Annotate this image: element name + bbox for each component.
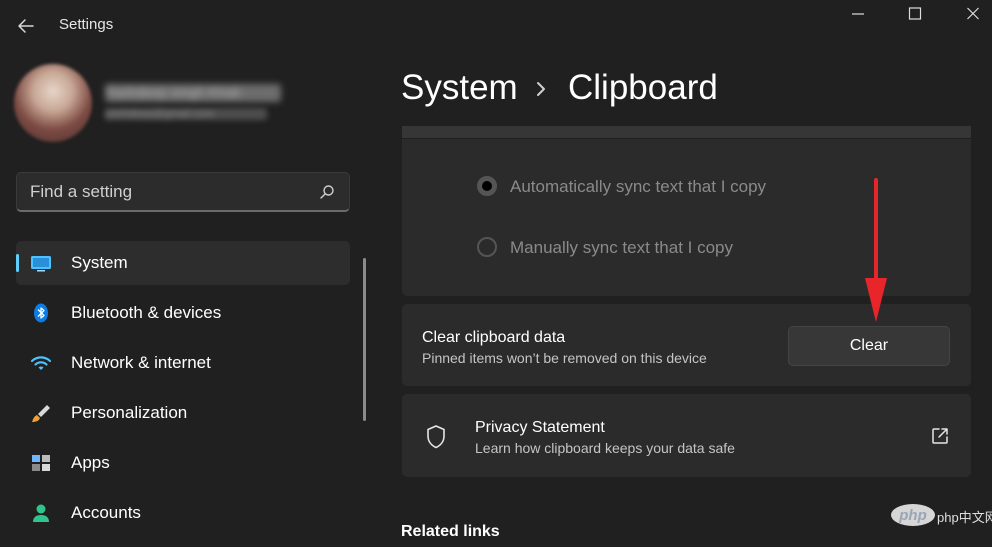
watermark-text: php中文网 (937, 510, 992, 525)
watermark-logo: php php中文网 (889, 502, 992, 528)
minimize-icon (852, 13, 864, 15)
shield-icon (427, 425, 445, 449)
sidebar-item-label: Apps (71, 453, 110, 472)
search-input[interactable] (30, 173, 310, 211)
person-icon (33, 504, 49, 522)
clear-button[interactable]: Clear (788, 326, 950, 366)
related-links-heading: Related links (401, 523, 500, 540)
manual-sync-radio[interactable] (477, 237, 497, 257)
sidebar-item-network[interactable]: Network & internet (16, 341, 350, 385)
search-box[interactable] (16, 172, 350, 212)
sidebar-item-label: Personalization (71, 403, 188, 422)
search-icon[interactable] (319, 184, 335, 200)
divider (402, 138, 971, 139)
breadcrumb-parent[interactable]: System (401, 68, 518, 108)
avatar[interactable] (14, 64, 92, 142)
back-arrow-icon (18, 19, 34, 33)
chevron-right-icon (537, 82, 545, 96)
sidebar-item-label: System (71, 253, 128, 272)
sidebar-item-system[interactable]: System (16, 241, 350, 285)
external-link-icon[interactable] (931, 427, 949, 445)
red-arrow-annotation (865, 178, 887, 322)
page-title: Clipboard (568, 68, 718, 107)
privacy-card-subtitle: Learn how clipboard keeps your data safe (475, 440, 735, 456)
monitor-icon (31, 256, 51, 272)
sidebar-item-label: Network & internet (71, 353, 211, 372)
back-button[interactable] (14, 14, 38, 38)
privacy-card-title[interactable]: Privacy Statement (475, 419, 605, 437)
manual-sync-label[interactable]: Manually sync text that I copy (510, 238, 733, 258)
sidebar-item-bluetooth[interactable]: Bluetooth & devices (16, 291, 350, 335)
apps-icon (32, 455, 50, 471)
user-email: yashdeep@gmail.com (105, 108, 267, 120)
wifi-icon (30, 356, 52, 370)
active-indicator (16, 254, 19, 272)
maximize-icon (908, 7, 922, 20)
close-icon (967, 7, 979, 20)
clear-card-title: Clear clipboard data (422, 329, 566, 346)
close-button[interactable] (957, 4, 989, 26)
sidebar-scrollbar[interactable] (363, 258, 366, 421)
sidebar-item-personalization[interactable]: Personalization (16, 391, 350, 435)
auto-sync-label[interactable]: Automatically sync text that I copy (510, 177, 766, 197)
sidebar-item-label: Bluetooth & devices (71, 303, 222, 322)
maximize-button[interactable] (899, 4, 931, 26)
clear-card-subtitle: Pinned items won’t be removed on this de… (422, 350, 707, 366)
svg-text:php: php (898, 507, 927, 524)
paintbrush-icon (32, 405, 50, 422)
window-title: Settings (59, 16, 114, 33)
bluetooth-icon (34, 303, 48, 323)
sidebar-item-label: Accounts (71, 503, 141, 522)
user-name: Yashdeep singh Khati (105, 84, 281, 102)
auto-sync-radio[interactable] (477, 176, 497, 196)
sidebar-item-accounts[interactable]: Accounts (16, 491, 350, 535)
sidebar-item-apps[interactable]: Apps (16, 441, 350, 485)
minimize-button[interactable] (842, 4, 874, 26)
card-divider (402, 126, 971, 138)
